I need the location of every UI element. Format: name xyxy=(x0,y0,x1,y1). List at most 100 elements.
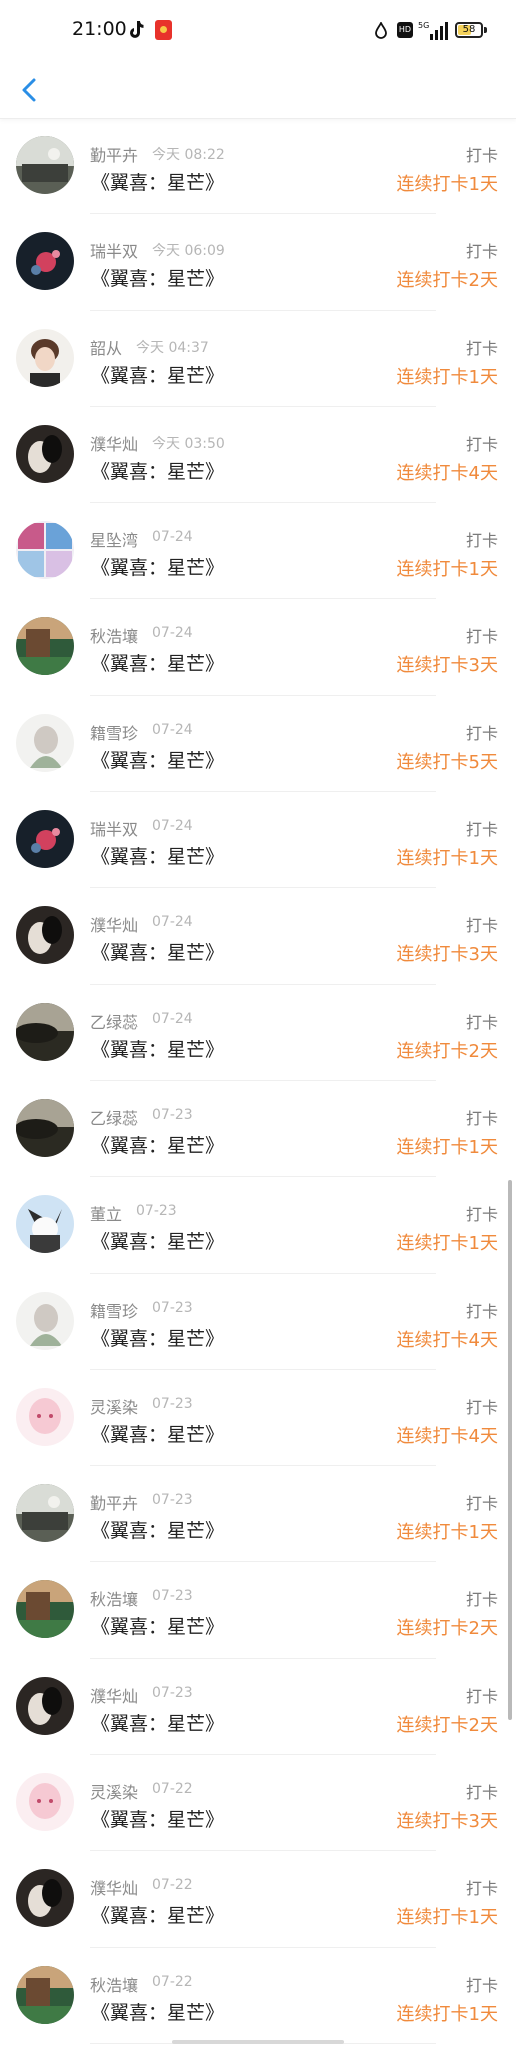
avatar[interactable] xyxy=(16,1002,74,1061)
battery-icon: 58 xyxy=(455,22,483,38)
checkin-time: 07-23 xyxy=(136,1203,177,1220)
list-item[interactable]: 秋浩壤 07-23 《翼喜：星芒》 打卡 连续打卡2天 xyxy=(0,1562,516,1660)
list-item[interactable]: 濮华灿 今天 03:50 《翼喜：星芒》 打卡 连续打卡4天 xyxy=(0,407,516,504)
user-name[interactable]: 秋浩壤 xyxy=(90,623,138,647)
streak-label: 连续打卡3天 xyxy=(396,944,498,966)
list-item[interactable]: 韶从 今天 04:37 《翼喜：星芒》 打卡 连续打卡1天 xyxy=(0,311,516,408)
checkin-label: 打卡 xyxy=(465,723,498,743)
user-name[interactable]: 籍雪珍 xyxy=(90,1298,138,1322)
user-name[interactable]: 灵溪染 xyxy=(90,1394,138,1418)
streak-label: 连续打卡3天 xyxy=(396,655,498,677)
user-name[interactable]: 瑞半双 xyxy=(90,816,138,840)
tiktok-icon xyxy=(130,21,144,38)
user-name[interactable]: 瑞半双 xyxy=(90,238,138,262)
list-item[interactable]: 秋浩壤 07-22 《翼喜：星芒》 打卡 连续打卡1天 xyxy=(0,1948,516,2045)
list-item[interactable]: 濮华灿 07-23 《翼喜：星芒》 打卡 连续打卡2天 xyxy=(0,1659,516,1756)
checkin-time: 07-23 xyxy=(152,1395,193,1412)
back-button[interactable] xyxy=(12,72,48,108)
user-name[interactable]: 乙绿蕊 xyxy=(90,1105,138,1129)
list-item[interactable]: 濮华灿 07-24 《翼喜：星芒》 打卡连续打卡3天 xyxy=(0,888,516,985)
scrollbar[interactable] xyxy=(508,1180,512,1720)
user-name[interactable]: 灵溪染 xyxy=(90,1779,138,1803)
user-name[interactable]: 星坠湾 xyxy=(90,527,138,551)
checkin-label: 打卡 xyxy=(465,1397,498,1417)
home-indicator xyxy=(172,2040,344,2044)
checkin-label: 打卡 xyxy=(465,338,498,358)
list-item[interactable]: 秋浩壤 07-24 《翼喜：星芒》 打卡 连续打卡3天 xyxy=(0,599,516,697)
user-name[interactable]: 籍雪珍 xyxy=(90,720,138,744)
user-name[interactable]: 韶从 xyxy=(90,335,122,359)
book-title: 《翼喜：星芒》 xyxy=(91,1712,225,1735)
checkin-time: 07-23 xyxy=(152,1588,193,1605)
avatar[interactable] xyxy=(16,1580,74,1639)
list-item[interactable]: 濮华灿 07-22 《翼喜：星芒》 打卡 连续打卡1天 xyxy=(0,1851,516,1948)
list-item[interactable]: 瑞半双 07-24 《翼喜：星芒》 打卡 连续打卡1天 xyxy=(0,792,516,889)
avatar[interactable] xyxy=(16,810,74,869)
list-item[interactable]: 乙绿蕊 07-23 《翼喜：星芒》 打卡 连续打卡1天 xyxy=(0,1081,516,1178)
list-item[interactable]: 乙绿蕊 07-24 《翼喜：星芒》 打卡 连续打卡2天 xyxy=(0,985,516,1082)
battery-percent: 58 xyxy=(462,24,476,35)
streak-label: 连续打卡3天 xyxy=(396,1811,498,1833)
user-name[interactable]: 濮华灿 xyxy=(90,1875,138,1899)
user-name[interactable]: 董立 xyxy=(90,1201,122,1225)
user-name[interactable]: 濮华灿 xyxy=(90,912,138,936)
book-title: 《翼喜：星芒》 xyxy=(91,557,225,580)
avatar[interactable] xyxy=(16,1676,74,1735)
checkin-label: 打卡 xyxy=(465,434,498,454)
avatar[interactable] xyxy=(16,1484,74,1543)
streak-label: 连续打卡4天 xyxy=(396,462,498,484)
list-item[interactable]: 瑞半双 今天 06:09 《翼喜：星芒》 打卡 连续打卡2天 xyxy=(0,214,516,311)
streak-label: 连续打卡1天 xyxy=(396,1136,498,1158)
avatar[interactable] xyxy=(16,136,74,194)
avatar[interactable] xyxy=(16,1773,74,1832)
checkin-time: 今天 06:09 xyxy=(152,243,225,260)
avatar[interactable] xyxy=(16,1387,74,1446)
user-name[interactable]: 勤平卉 xyxy=(90,1490,138,1514)
avatar[interactable] xyxy=(16,328,74,387)
user-name[interactable]: 秋浩壤 xyxy=(90,1586,138,1610)
user-name[interactable]: 濮华灿 xyxy=(90,1683,138,1707)
book-title: 《翼喜：星芒》 xyxy=(91,1809,225,1832)
list-item[interactable]: 灵溪染 07-22 《翼喜：星芒》 打卡 连续打卡3天 xyxy=(0,1755,516,1852)
hd-badge: HD xyxy=(397,22,413,38)
checkin-label: 打卡 xyxy=(465,531,498,551)
list-item[interactable]: 籍雪珍 07-23 《翼喜：星芒》 打卡 连续打卡4天 xyxy=(0,1274,516,1371)
checkin-label: 打卡 xyxy=(465,1686,498,1706)
checkin-label: 打卡 xyxy=(465,627,498,647)
book-title: 《翼喜：星芒》 xyxy=(91,364,225,387)
user-name[interactable]: 勤平卉 xyxy=(90,142,138,166)
book-title: 《翼喜：星芒》 xyxy=(91,846,225,869)
user-name[interactable]: 秋浩壤 xyxy=(90,1972,138,1996)
avatar[interactable] xyxy=(16,1869,74,1928)
list-item[interactable]: 灵溪染 07-23 《翼喜：星芒》 打卡 连续打卡4天 xyxy=(0,1370,516,1467)
checkin-label: 打卡 xyxy=(465,242,498,262)
avatar[interactable] xyxy=(16,1291,74,1350)
checkin-time: 07-24 xyxy=(152,914,193,931)
checkin-label: 打卡 xyxy=(465,1879,498,1899)
user-name[interactable]: 濮华灿 xyxy=(90,431,138,455)
book-title: 《翼喜：星芒》 xyxy=(91,1616,225,1639)
checkin-label: 打卡 xyxy=(465,1012,498,1032)
avatar[interactable] xyxy=(16,906,74,965)
avatar[interactable] xyxy=(16,1195,74,1254)
user-name[interactable]: 乙绿蕊 xyxy=(90,1009,138,1033)
avatar[interactable] xyxy=(16,1098,74,1157)
list-item[interactable]: 董立 07-23 《翼喜：星芒》 打卡 连续打卡1天 xyxy=(0,1177,516,1274)
checkin-label: 打卡 xyxy=(465,916,498,936)
list-item[interactable]: 星坠湾 07-24 《翼喜：星芒》 打卡 连续打卡1天 xyxy=(0,503,516,600)
streak-label: 连续打卡1天 xyxy=(396,2003,498,2025)
status-time: 21:00 xyxy=(72,18,127,40)
avatar[interactable] xyxy=(16,424,74,483)
avatar[interactable] xyxy=(16,617,74,676)
avatar[interactable] xyxy=(16,521,74,580)
book-title: 《翼喜：星芒》 xyxy=(91,749,225,772)
list-item[interactable]: 籍雪珍 07-24 《翼喜：星芒》 打卡 连续打卡5天 xyxy=(0,696,516,793)
book-title: 《翼喜：星芒》 xyxy=(91,942,225,965)
avatar[interactable] xyxy=(16,232,74,291)
avatar[interactable] xyxy=(16,1965,74,2024)
checkin-time: 07-24 xyxy=(152,721,193,738)
avatar[interactable] xyxy=(16,713,74,772)
streak-label: 连续打卡1天 xyxy=(396,174,498,195)
list-item[interactable]: 勤平卉 07-23 《翼喜：星芒》 打卡 连续打卡1天 xyxy=(0,1466,516,1563)
list-item[interactable]: 勤平卉 今天 08:22 《翼喜：星芒》 打卡 连续打卡1天 xyxy=(0,118,516,215)
